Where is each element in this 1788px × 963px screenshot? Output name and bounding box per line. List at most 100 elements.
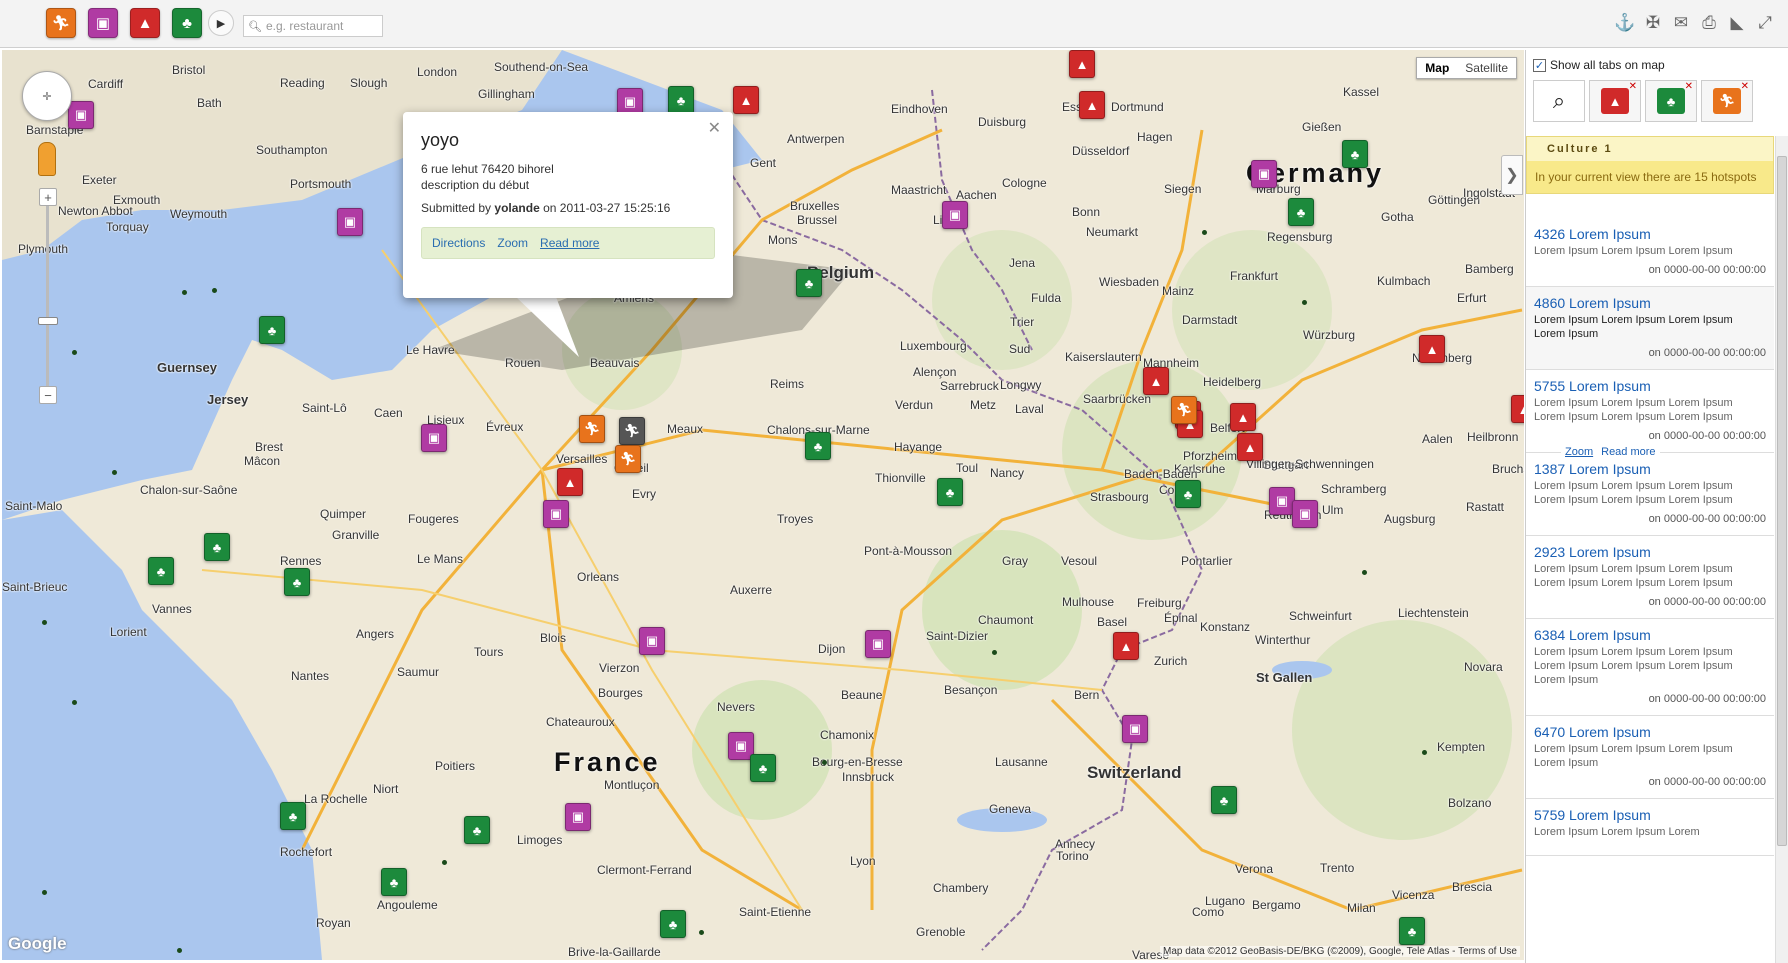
sport-marker[interactable]: 🏃︎ bbox=[1171, 396, 1197, 424]
nature-marker[interactable]: ♣ bbox=[796, 269, 822, 297]
play-button[interactable]: ▶ bbox=[208, 10, 234, 36]
culture-marker[interactable]: ▣ bbox=[68, 101, 94, 129]
close-tab-icon[interactable]: ✕ bbox=[1629, 81, 1637, 92]
nature-filter-button[interactable]: ♣ bbox=[172, 8, 202, 38]
close-icon[interactable]: ✕ bbox=[708, 118, 721, 138]
poi-dot[interactable] bbox=[1362, 570, 1367, 575]
tab-sport[interactable]: 🏃︎ ✕ bbox=[1701, 80, 1753, 122]
pan-control[interactable]: ✛ bbox=[22, 71, 72, 121]
poi-dot[interactable] bbox=[72, 700, 77, 705]
item-title[interactable]: 5755 Lorem Ipsum bbox=[1534, 378, 1766, 394]
list-item[interactable]: 2923 Lorem Ipsum Lorem Ipsum Lorem Ipsum… bbox=[1526, 536, 1774, 619]
anchor-icon[interactable]: ⚓ bbox=[1614, 12, 1636, 34]
culture-marker[interactable]: ▣ bbox=[1251, 160, 1277, 188]
collapse-sidebar-button[interactable]: ❯ bbox=[1501, 155, 1523, 195]
education-marker[interactable]: ▲ bbox=[733, 86, 759, 114]
poi-dot[interactable] bbox=[699, 930, 704, 935]
zoom-link[interactable]: Zoom bbox=[497, 236, 528, 250]
scrollbar-thumb[interactable] bbox=[1777, 156, 1787, 846]
education-marker[interactable]: ▲ bbox=[1143, 367, 1169, 395]
culture-marker[interactable]: ▣ bbox=[865, 630, 891, 658]
education-marker[interactable]: ▲ bbox=[1079, 91, 1105, 119]
list-item[interactable]: 6384 Lorem Ipsum Lorem Ipsum Lorem Ipsum… bbox=[1526, 619, 1774, 716]
poi-dot[interactable] bbox=[442, 860, 447, 865]
culture-marker[interactable]: ▣ bbox=[1122, 715, 1148, 743]
zoom-out-button[interactable]: − bbox=[39, 386, 57, 404]
item-zoom-link[interactable]: Zoom bbox=[1565, 446, 1593, 458]
item-title[interactable]: 2923 Lorem Ipsum bbox=[1534, 544, 1766, 560]
nature-marker[interactable]: ♣ bbox=[1211, 786, 1237, 814]
map-attribution[interactable]: Map data ©2012 GeoBasis-DE/BKG (©2009), … bbox=[1160, 946, 1520, 957]
culture-marker[interactable]: ▣ bbox=[942, 201, 968, 229]
culture-marker[interactable]: ▣ bbox=[1292, 500, 1318, 528]
tab-nature[interactable]: ♣ ✕ bbox=[1645, 80, 1697, 122]
poi-dot[interactable] bbox=[182, 290, 187, 295]
poi-dot[interactable] bbox=[72, 350, 77, 355]
item-title[interactable]: 5759 Lorem Ipsum bbox=[1534, 807, 1766, 823]
nature-marker[interactable]: ♣ bbox=[805, 432, 831, 460]
item-title[interactable]: 4326 Lorem Ipsum bbox=[1534, 226, 1766, 242]
sport-marker[interactable]: 🏃︎ bbox=[615, 445, 641, 473]
poi-dot[interactable] bbox=[1422, 750, 1427, 755]
nature-marker[interactable]: ♣ bbox=[381, 868, 407, 896]
nature-marker[interactable]: ♣ bbox=[1342, 140, 1368, 168]
directions-link[interactable]: Directions bbox=[432, 236, 485, 250]
mail-icon[interactable]: ✉ bbox=[1670, 12, 1692, 34]
nature-marker[interactable]: ♣ bbox=[259, 316, 285, 344]
nature-marker[interactable]: ♣ bbox=[750, 754, 776, 782]
education-marker[interactable]: ▲ bbox=[1237, 433, 1263, 461]
nature-marker[interactable]: ♣ bbox=[284, 568, 310, 596]
zoom-slider-thumb[interactable] bbox=[38, 317, 58, 325]
tab-education[interactable]: ▲ ✕ bbox=[1589, 80, 1641, 122]
nature-marker[interactable]: ♣ bbox=[1288, 198, 1314, 226]
nature-marker[interactable]: ♣ bbox=[937, 478, 963, 506]
education-marker[interactable]: ▲ bbox=[1230, 403, 1256, 431]
zoom-in-button[interactable]: + bbox=[39, 188, 57, 206]
sign-icon[interactable]: ✠ bbox=[1642, 12, 1664, 34]
education-marker[interactable]: ▲ bbox=[1511, 395, 1524, 423]
nature-marker[interactable]: ♣ bbox=[148, 557, 174, 585]
poi-dot[interactable] bbox=[212, 288, 217, 293]
culture-marker[interactable]: ▣ bbox=[543, 500, 569, 528]
expand-icon[interactable]: ⤢ bbox=[1754, 12, 1776, 34]
map-canvas[interactable]: France Germany Belgium Switzerland Brist… bbox=[2, 50, 1524, 960]
list-item[interactable]: 4326 Lorem Ipsum Lorem Ipsum Lorem Ipsum… bbox=[1526, 218, 1774, 287]
nature-marker[interactable]: ♣ bbox=[204, 533, 230, 561]
map-type-map-button[interactable]: Map bbox=[1417, 58, 1458, 78]
nature-marker[interactable]: ♣ bbox=[668, 86, 694, 114]
poi-dot[interactable] bbox=[1202, 230, 1207, 235]
rss-icon[interactable]: ◣ bbox=[1726, 12, 1748, 34]
poi-dot[interactable] bbox=[177, 948, 182, 953]
list-item[interactable]: 5755 Lorem Ipsum Lorem Ipsum Lorem Ipsum… bbox=[1526, 370, 1774, 453]
education-filter-button[interactable]: ▲ bbox=[130, 8, 160, 38]
search-input[interactable] bbox=[265, 19, 376, 33]
tab-search[interactable]: ⌕ bbox=[1533, 80, 1585, 122]
nature-marker[interactable]: ♣ bbox=[464, 816, 490, 844]
culture-marker[interactable]: ▣ bbox=[337, 208, 363, 236]
print-icon[interactable]: ⎙ bbox=[1698, 12, 1720, 34]
list-item[interactable]: 5759 Lorem Ipsum Lorem Ipsum Lorem Ipsum… bbox=[1526, 799, 1774, 856]
poi-dot[interactable] bbox=[42, 620, 47, 625]
poi-dot[interactable] bbox=[822, 760, 827, 765]
sport-filter-button[interactable]: 🏃︎ bbox=[46, 8, 76, 38]
nature-marker[interactable]: ♣ bbox=[280, 802, 306, 830]
street-view-pegman[interactable] bbox=[38, 142, 56, 176]
item-title[interactable]: 4860 Lorem Ipsum bbox=[1534, 295, 1766, 311]
item-read-more-link[interactable]: Read more bbox=[1601, 446, 1655, 458]
list-item-active[interactable]: 4860 Lorem Ipsum Lorem Ipsum Lorem Ipsum… bbox=[1526, 287, 1774, 370]
sidebar-scrollbar[interactable] bbox=[1775, 136, 1788, 963]
read-more-link[interactable]: Read more bbox=[540, 236, 599, 250]
item-title[interactable]: 6384 Lorem Ipsum bbox=[1534, 627, 1766, 643]
nature-marker[interactable]: ♣ bbox=[1399, 917, 1425, 945]
culture-marker[interactable]: ▣ bbox=[565, 803, 591, 831]
item-title[interactable]: 1387 Lorem Ipsum bbox=[1534, 461, 1766, 477]
poi-dot[interactable] bbox=[992, 650, 997, 655]
list-item[interactable]: 1387 Lorem Ipsum Lorem Ipsum Lorem Ipsum… bbox=[1526, 453, 1774, 536]
culture-marker[interactable]: ▣ bbox=[639, 627, 665, 655]
item-title[interactable]: 6470 Lorem Ipsum bbox=[1534, 724, 1766, 740]
education-marker[interactable]: ▲ bbox=[557, 468, 583, 496]
zoom-slider-track[interactable] bbox=[46, 190, 49, 390]
education-marker[interactable]: ▲ bbox=[1113, 632, 1139, 660]
culture-filter-button[interactable]: ▣ bbox=[88, 8, 118, 38]
poi-dot[interactable] bbox=[1302, 300, 1307, 305]
